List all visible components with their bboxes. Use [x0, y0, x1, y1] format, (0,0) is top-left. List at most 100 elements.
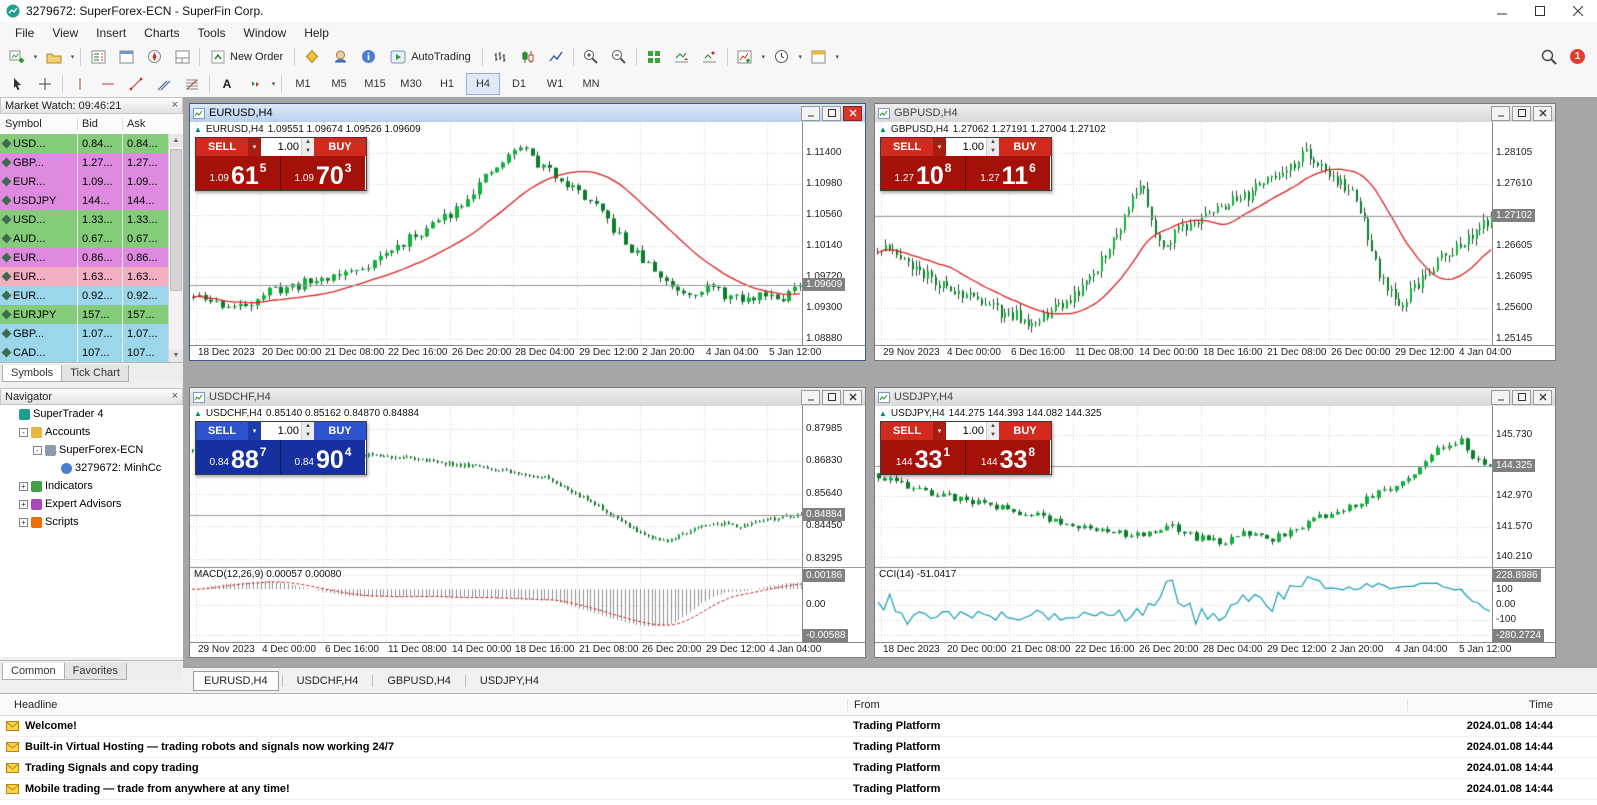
timeframe-button-h4[interactable]: H4 — [466, 72, 500, 95]
buy-price[interactable]: 0.84 90 4 — [280, 440, 365, 474]
maximize-button[interactable] — [1521, 0, 1559, 22]
arrows-tool-button[interactable] — [242, 72, 268, 96]
trendline-tool-button[interactable] — [123, 72, 149, 96]
new-order-button[interactable]: New Order — [204, 45, 290, 69]
volume-down-button[interactable]: ▼ — [987, 431, 999, 440]
cursor-tool-button[interactable] — [4, 72, 30, 96]
tree-expand-toggle[interactable]: + — [19, 517, 28, 527]
buy-price[interactable]: 1.09 70 3 — [280, 156, 365, 190]
zoom-out-button[interactable] — [606, 45, 632, 69]
fibonacci-tool-button[interactable] — [179, 72, 205, 96]
zoom-in-button[interactable] — [578, 45, 604, 69]
chart-maximize-button[interactable] — [1512, 389, 1531, 405]
market-watch-row[interactable]: CAD... 107... 107... — [0, 343, 168, 362]
chart-maximize-button[interactable] — [1512, 105, 1531, 121]
chart-tab-gbpusd-h4[interactable]: GBPUSD,H4 — [376, 671, 462, 691]
tree-item-expert-advisors[interactable]: + Expert Advisors — [0, 495, 183, 513]
market-watch-row[interactable]: GBP... 1.07... 1.07... — [0, 324, 168, 343]
sell-dropdown[interactable]: ▾ — [933, 138, 946, 156]
tab-symbols[interactable]: Symbols — [2, 365, 63, 382]
chart-maximize-button[interactable] — [822, 389, 841, 405]
timeframe-button-m1[interactable]: M1 — [286, 73, 320, 95]
volume-up-button[interactable]: ▲ — [302, 138, 314, 147]
menu-item-tools[interactable]: Tools — [189, 24, 235, 42]
sell-dropdown[interactable]: ▾ — [248, 138, 261, 156]
scroll-up-icon[interactable]: ▲ — [169, 134, 183, 147]
close-button[interactable] — [1559, 0, 1597, 22]
buy-price[interactable]: 144 33 8 — [965, 440, 1050, 474]
terminal-mail-row[interactable]: Built-in Virtual Hosting — trading robot… — [0, 737, 1597, 758]
tree-item-3279672-minhcc[interactable]: 3279672: MinhCc — [0, 459, 183, 477]
tree-expand-toggle[interactable]: - — [33, 445, 42, 455]
autotrading-button[interactable]: AutoTrading — [383, 45, 478, 69]
data-window-button[interactable] — [113, 45, 139, 69]
chart-window-titlebar[interactable]: GBPUSD,H4 — [875, 104, 1555, 122]
sell-button[interactable]: SELL — [196, 422, 248, 440]
timeframe-button-mn[interactable]: MN — [574, 73, 608, 95]
chart-close-button[interactable] — [843, 389, 862, 405]
sell-price[interactable]: 144 33 1 — [881, 440, 965, 474]
buy-button[interactable]: BUY — [314, 138, 366, 156]
buy-button[interactable]: BUY — [999, 138, 1051, 156]
horizontal-line-tool-button[interactable] — [95, 72, 121, 96]
minimize-button[interactable] — [1483, 0, 1521, 22]
chart-minimize-button[interactable] — [1491, 105, 1510, 121]
profiles-button[interactable] — [41, 45, 67, 69]
chart-window-titlebar[interactable]: EURUSD,H4 — [190, 104, 865, 122]
crosshair-tool-button[interactable] — [32, 72, 58, 96]
timeframe-button-w1[interactable]: W1 — [538, 73, 572, 95]
text-tool-button[interactable]: A — [214, 72, 240, 96]
market-watch-row[interactable]: USD... 0.84... 0.84... — [0, 134, 168, 153]
profiles-dropdown[interactable]: ▾ — [68, 46, 77, 68]
timeframe-button-m5[interactable]: M5 — [322, 73, 356, 95]
menu-item-help[interactable]: Help — [295, 24, 338, 42]
periods-button[interactable] — [769, 45, 795, 69]
chart-tab-eurusd-h4[interactable]: EURUSD,H4 — [193, 670, 279, 691]
terminal-mail-row[interactable]: Welcome! Trading Platform 2024.01.08 14:44 — [0, 716, 1597, 737]
chart-minimize-button[interactable] — [801, 105, 820, 121]
volume-down-button[interactable]: ▼ — [302, 147, 314, 156]
volume-down-button[interactable]: ▼ — [302, 431, 314, 440]
menu-item-charts[interactable]: Charts — [135, 24, 188, 42]
timeframe-button-m30[interactable]: M30 — [394, 73, 428, 95]
close-icon[interactable]: × — [172, 100, 178, 111]
timeframe-button-h1[interactable]: H1 — [430, 73, 464, 95]
volume-input[interactable] — [946, 422, 986, 440]
arrows-tool-dropdown[interactable]: ▾ — [269, 73, 278, 95]
sell-price[interactable]: 1.27 10 8 — [881, 156, 965, 190]
tab-tick-chart[interactable]: Tick Chart — [61, 365, 129, 382]
tree-item-indicators[interactable]: + Indicators — [0, 477, 183, 495]
sell-dropdown[interactable]: ▾ — [248, 422, 261, 440]
notification-badge[interactable]: 1 — [1570, 49, 1585, 64]
sell-dropdown[interactable]: ▾ — [933, 422, 946, 440]
tree-expand-toggle[interactable]: + — [19, 481, 28, 491]
metaeditor-button[interactable] — [299, 45, 325, 69]
volume-down-button[interactable]: ▼ — [987, 147, 999, 156]
scroll-down-icon[interactable]: ▼ — [169, 349, 183, 362]
bar-chart-type-button[interactable] — [487, 45, 513, 69]
sell-price[interactable]: 0.84 88 7 — [196, 440, 280, 474]
new-chart-dropdown[interactable]: ▾ — [31, 46, 40, 68]
menu-item-window[interactable]: Window — [235, 24, 296, 42]
volume-up-button[interactable]: ▲ — [987, 138, 999, 147]
volume-input[interactable] — [261, 138, 301, 156]
navigator-header[interactable]: Navigator × — [0, 388, 183, 405]
templates-button[interactable] — [806, 45, 832, 69]
market-watch-button[interactable] — [85, 45, 111, 69]
market-watch-row[interactable]: USDJPY 144... 144... — [0, 191, 168, 210]
volume-input[interactable] — [946, 138, 986, 156]
tree-item-superforex-ecn[interactable]: - SuperForex-ECN — [0, 441, 183, 459]
market-watch-row[interactable]: EUR... 0.92... 0.92... — [0, 286, 168, 305]
chart-tab-usdjpy-h4[interactable]: USDJPY,H4 — [469, 671, 550, 691]
tab-favorites[interactable]: Favorites — [63, 663, 127, 680]
sell-button[interactable]: SELL — [196, 138, 248, 156]
line-chart-type-button[interactable] — [543, 45, 569, 69]
scrollbar-thumb[interactable] — [170, 149, 182, 291]
volume-up-button[interactable]: ▲ — [302, 422, 314, 431]
tab-common[interactable]: Common — [2, 663, 65, 680]
templates-dropdown[interactable]: ▾ — [833, 46, 842, 68]
menu-item-file[interactable]: File — [6, 24, 43, 42]
market-watch-header[interactable]: Market Watch: 09:46:21 × — [0, 97, 183, 114]
sell-button[interactable]: SELL — [881, 422, 933, 440]
tree-expand-toggle[interactable]: - — [19, 427, 28, 437]
